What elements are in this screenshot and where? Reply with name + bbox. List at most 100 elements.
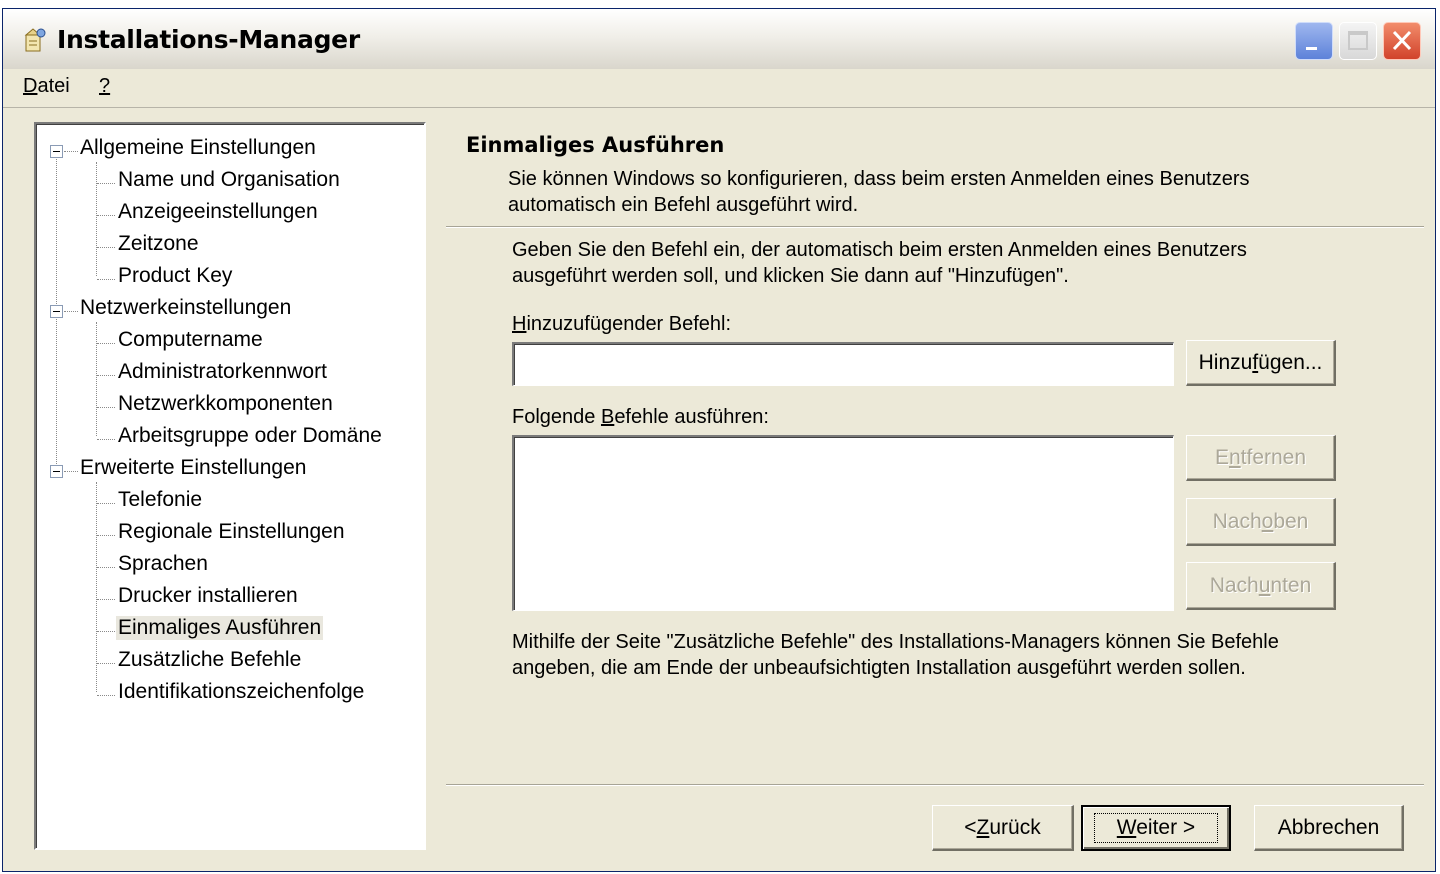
maximize-button[interactable] xyxy=(1339,22,1377,60)
tree-branch xyxy=(97,663,115,664)
menu-datei-rest: atei xyxy=(37,75,70,97)
collapse-icon[interactable] xyxy=(50,465,63,478)
next-focus-rect: Weiter > xyxy=(1093,813,1219,843)
tree-branch xyxy=(97,599,115,600)
commands-list-label: Folgende Befehle ausführen: xyxy=(512,404,769,430)
instruction-text: Geben Sie den Befehl ein, der automatisc… xyxy=(512,237,1412,289)
instruction-line2: ausgeführt werden soll, und klicken Sie … xyxy=(512,265,1069,287)
tree-item-zeitzone[interactable]: Zeitzone xyxy=(116,232,201,256)
cancel-button[interactable]: Abbrechen xyxy=(1254,805,1404,851)
list-label-mnemonic: B xyxy=(600,406,615,428)
tree-connector xyxy=(96,322,97,436)
remove-post: tfernen xyxy=(1240,445,1307,469)
back-mnemonic: Z xyxy=(976,815,990,839)
back-post: urück xyxy=(989,815,1041,839)
move-down-button[interactable]: Nach u nten xyxy=(1186,562,1336,610)
tree-item-anzeige[interactable]: Anzeigeeinstellungen xyxy=(116,200,320,224)
tree-item-drucker[interactable]: Drucker installieren xyxy=(116,584,300,608)
tree-item-product-key[interactable]: Product Key xyxy=(116,264,234,288)
tree-group-erweitert[interactable]: Erweiterte Einstellungen xyxy=(78,456,308,480)
minimize-button[interactable] xyxy=(1295,22,1333,60)
tree-branch xyxy=(97,695,115,696)
remove-mnemonic: n xyxy=(1228,445,1241,469)
up-mnemonic: o xyxy=(1261,509,1274,533)
tree-item-name-organisation[interactable]: Name und Organisation xyxy=(116,168,342,192)
back-button[interactable]: < Zurück xyxy=(932,805,1074,851)
up-post: ben xyxy=(1273,509,1309,533)
command-label: Hinzuzufügender Befehl: xyxy=(512,311,731,337)
page-description: Sie können Windows so konfigurieren, das… xyxy=(508,166,1368,218)
tree-item-regionale[interactable]: Regionale Einstellungen xyxy=(116,520,347,544)
page-description-line2: automatisch ein Befehl ausgeführt wird. xyxy=(508,194,859,216)
tree-branch xyxy=(97,439,115,440)
app-icon xyxy=(24,28,46,52)
tree-group-allgemeine[interactable]: Allgemeine Einstellungen xyxy=(78,136,318,160)
collapse-icon[interactable] xyxy=(50,305,63,318)
tree-item-sprachen[interactable]: Sprachen xyxy=(116,552,210,576)
commands-listbox[interactable] xyxy=(512,435,1174,611)
add-button[interactable]: Hinzu f ügen... xyxy=(1186,340,1336,386)
tree-item-arbeitsgruppe[interactable]: Arbeitsgruppe oder Domäne xyxy=(116,424,384,448)
down-mnemonic: u xyxy=(1258,573,1271,597)
menu-help-label: ? xyxy=(99,75,111,97)
footer-separator xyxy=(446,784,1424,786)
command-label-mnemonic: H xyxy=(512,313,527,335)
command-input[interactable] xyxy=(514,344,1173,385)
tree-item-telefonie[interactable]: Telefonie xyxy=(116,488,204,512)
tree-item-netzwerkkomponenten[interactable]: Netzwerkkomponenten xyxy=(116,392,335,416)
page-title: Einmaliges Ausführen xyxy=(466,133,725,157)
tree-branch xyxy=(97,247,115,248)
title-bar[interactable]: Installations-Manager xyxy=(3,9,1435,70)
hint-line2: angeben, die am Ende der unbeaufsichtigt… xyxy=(512,657,1246,679)
down-post: nten xyxy=(1270,573,1312,597)
page-description-line1: Sie können Windows so konfigurieren, das… xyxy=(508,168,1250,190)
hint-line1: Mithilfe der Seite "Zusätzliche Befehle"… xyxy=(512,631,1279,653)
next-button[interactable]: Weiter > xyxy=(1081,805,1231,851)
next-post: eiter > xyxy=(1136,816,1196,839)
close-button[interactable] xyxy=(1383,22,1421,60)
down-pre: Nach xyxy=(1209,573,1259,597)
tree-branch xyxy=(97,343,115,344)
window-title: Installations-Manager xyxy=(57,25,360,54)
list-label-post: efehle ausführen: xyxy=(614,406,769,428)
list-label-pre: Folgende xyxy=(512,406,601,428)
settings-tree[interactable]: Allgemeine Einstellungen Name und Organi… xyxy=(34,122,426,850)
tree-branch xyxy=(97,503,115,504)
tree-item-administratorkennwort[interactable]: Administratorkennwort xyxy=(116,360,329,384)
collapse-icon[interactable] xyxy=(50,145,63,158)
tree-branch xyxy=(97,183,115,184)
close-icon xyxy=(1392,30,1412,51)
tree-branch xyxy=(97,631,115,632)
tree-branch xyxy=(64,151,78,152)
tree-branch xyxy=(64,471,78,472)
menu-datei[interactable]: Datei xyxy=(23,75,70,98)
tree-connector xyxy=(96,162,97,276)
tree-item-zusaetzliche-befehle[interactable]: Zusätzliche Befehle xyxy=(116,648,303,672)
tree-group-netzwerk[interactable]: Netzwerkeinstellungen xyxy=(78,296,293,320)
move-up-button[interactable]: Nach o ben xyxy=(1186,498,1336,546)
menu-datei-mnemonic: D xyxy=(23,75,38,97)
instruction-line1: Geben Sie den Befehl ein, der automatisc… xyxy=(512,239,1247,261)
menu-bar: Datei ? xyxy=(3,69,1435,108)
tree-item-computername[interactable]: Computername xyxy=(116,328,265,352)
tree-branch xyxy=(97,215,115,216)
add-button-post: ügen... xyxy=(1258,350,1323,374)
tree-item-einmaliges-ausfuehren[interactable]: Einmaliges Ausführen xyxy=(116,616,324,640)
command-input-box xyxy=(512,342,1174,386)
command-label-post: inzuzufügender Befehl: xyxy=(526,313,732,335)
next-mnemonic: W xyxy=(1116,816,1137,839)
tree-item-identifikation[interactable]: Identifikationszeichenfolge xyxy=(116,680,366,704)
remove-button[interactable]: En tfernen xyxy=(1186,435,1336,481)
maximize-icon xyxy=(1348,31,1368,50)
add-button-pre: Hinzu xyxy=(1198,350,1253,374)
tree-branch xyxy=(97,407,115,408)
tree-branch xyxy=(97,279,115,280)
tree-branch xyxy=(97,535,115,536)
tree-branch xyxy=(97,567,115,568)
remove-pre: E xyxy=(1214,445,1229,469)
minimize-icon xyxy=(1306,47,1317,50)
menu-help[interactable]: ? xyxy=(99,75,110,98)
back-pre: < xyxy=(964,815,977,839)
hint-text: Mithilfe der Seite "Zusätzliche Befehle"… xyxy=(512,629,1412,681)
up-pre: Nach xyxy=(1212,509,1262,533)
